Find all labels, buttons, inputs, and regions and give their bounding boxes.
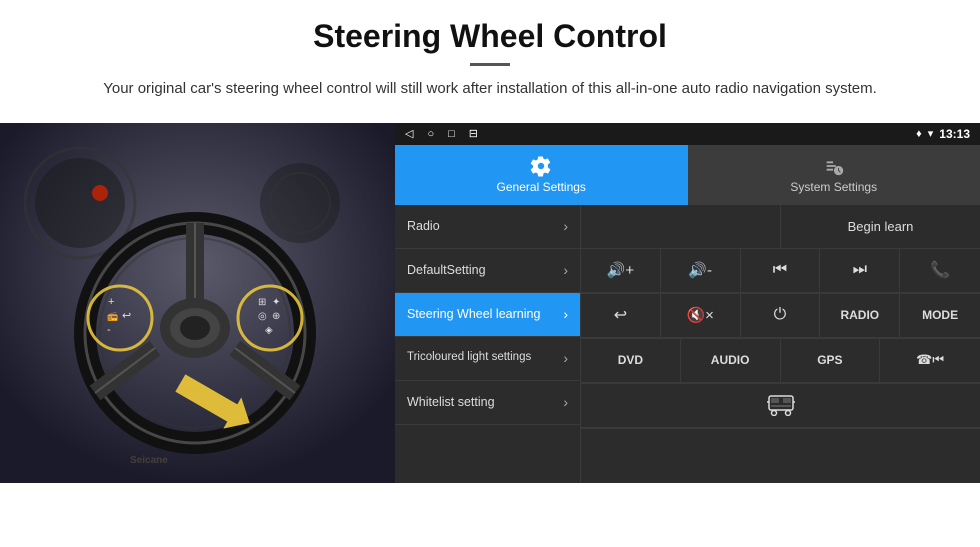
navi-prev-button[interactable]: ☎⏮: [880, 339, 980, 383]
power-icon: ⏻: [774, 306, 787, 324]
menu-item-steering[interactable]: Steering Wheel learning ›: [395, 293, 580, 337]
recents-icon[interactable]: □: [448, 128, 455, 140]
svg-text:⊕: ⊕: [272, 311, 280, 322]
home-icon[interactable]: ○: [427, 128, 434, 140]
location-icon: ♦: [916, 128, 922, 140]
radio-button[interactable]: RADIO: [820, 294, 900, 338]
system-settings-icon: [823, 155, 845, 177]
begin-learn-row: Begin learn: [581, 205, 980, 249]
gps-button[interactable]: GPS: [781, 339, 881, 383]
arrow-icon-tricoloured: ›: [563, 350, 568, 366]
menu-item-tricoloured-label: Tricoloured light settings: [407, 351, 531, 365]
subtitle: Your original car's steering wheel contr…: [100, 78, 880, 101]
arrow-icon-default: ›: [563, 262, 568, 278]
menu-list: Radio › DefaultSetting › Steering Wheel …: [395, 205, 580, 483]
control-buttons-row2: ↩ 🔇× ⏻ RADIO MODE: [581, 294, 980, 339]
page-wrapper: Steering Wheel Control Your original car…: [0, 0, 980, 483]
audio-label: AUDIO: [711, 353, 750, 367]
mode-button[interactable]: MODE: [900, 294, 980, 338]
vol-down-icon: 🔊-: [688, 261, 712, 279]
mode-label: MODE: [922, 308, 958, 322]
arrow-icon-steering: ›: [563, 306, 568, 322]
begin-learn-spacer: [581, 205, 781, 248]
arrow-icon-whitelist: ›: [563, 394, 568, 410]
menu-item-whitelist-label: Whitelist setting: [407, 395, 495, 410]
vol-down-button[interactable]: 🔊-: [661, 249, 741, 293]
mute-icon: 🔇×: [686, 306, 713, 324]
gps-label: GPS: [817, 353, 842, 367]
svg-text:+: +: [108, 296, 114, 308]
steering-wheel-illustration: + 📻 - ↩ ⊞ ◎ ✦ ⊕ ◈ Seicane: [0, 123, 395, 483]
dvd-button[interactable]: DVD: [581, 339, 681, 383]
svg-text:✦: ✦: [272, 297, 280, 308]
car-image-area: + 📻 - ↩ ⊞ ◎ ✦ ⊕ ◈ Seicane: [0, 123, 395, 483]
general-settings-icon: [530, 155, 552, 177]
dvd-label: DVD: [618, 353, 643, 367]
svg-text:↩: ↩: [122, 310, 131, 322]
control-buttons-row3: DVD AUDIO GPS ☎⏮: [581, 339, 980, 384]
tab-system-settings[interactable]: System Settings: [688, 145, 980, 205]
tab-system-label: System Settings: [790, 180, 877, 194]
tab-general-label: General Settings: [497, 180, 586, 194]
svg-text:⊞: ⊞: [258, 297, 266, 308]
control-buttons-row1: 🔊+ 🔊- ⏮ ⏭ 📞: [581, 249, 980, 294]
menu-item-default-label: DefaultSetting: [407, 263, 486, 278]
prev-track-icon: ⏮: [773, 261, 787, 279]
navi-prev-icon: ☎⏮: [916, 352, 944, 368]
back-icon[interactable]: ◁: [405, 127, 413, 140]
svg-text:◈: ◈: [265, 325, 273, 336]
radio-label: RADIO: [840, 308, 879, 322]
vol-up-button[interactable]: 🔊+: [581, 249, 661, 293]
begin-learn-button[interactable]: Begin learn: [781, 205, 980, 248]
menu-item-radio[interactable]: Radio ›: [395, 205, 580, 249]
status-time: 13:13: [939, 127, 970, 141]
wifi-icon: ▾: [928, 127, 934, 140]
bus-button[interactable]: [581, 384, 980, 428]
page-title: Steering Wheel Control: [20, 18, 960, 55]
phone-icon: 📞: [930, 260, 950, 280]
return-icon: ↩: [614, 305, 627, 325]
mute-button[interactable]: 🔇×: [661, 294, 741, 338]
title-divider: [470, 63, 510, 66]
control-buttons-row4: [581, 384, 980, 429]
svg-text:📻: 📻: [107, 311, 118, 321]
tab-general-settings[interactable]: General Settings: [395, 145, 688, 205]
bus-icon: [767, 394, 795, 416]
nav-icons: ◁ ○ □ ⊟: [405, 127, 478, 140]
next-track-icon: ⏭: [853, 261, 867, 279]
android-screen: ◁ ○ □ ⊟ ♦ ▾ 13:13 General Settings: [395, 123, 980, 483]
menu-item-tricoloured[interactable]: Tricoloured light settings ›: [395, 337, 580, 381]
next-button[interactable]: ⏭: [820, 249, 900, 293]
svg-text:-: -: [107, 324, 111, 336]
settings-tabs: General Settings System Settings: [395, 145, 980, 205]
phone-button[interactable]: 📞: [900, 249, 980, 293]
content-area: + 📻 - ↩ ⊞ ◎ ✦ ⊕ ◈ Seicane: [0, 123, 980, 483]
svg-text:Seicane: Seicane: [130, 455, 168, 466]
prev-button[interactable]: ⏮: [741, 249, 821, 293]
status-bar: ◁ ○ □ ⊟ ♦ ▾ 13:13: [395, 123, 980, 145]
power-button[interactable]: ⏻: [741, 294, 821, 338]
menu-item-steering-label: Steering Wheel learning: [407, 307, 540, 322]
svg-text:◎: ◎: [258, 311, 267, 322]
vol-up-icon: 🔊+: [607, 261, 634, 279]
menu-item-default[interactable]: DefaultSetting ›: [395, 249, 580, 293]
arrow-icon-radio: ›: [563, 218, 568, 234]
status-icons: ♦ ▾ 13:13: [916, 127, 970, 141]
menu-icon[interactable]: ⊟: [469, 127, 478, 140]
menu-item-radio-label: Radio: [407, 219, 440, 234]
header-section: Steering Wheel Control Your original car…: [0, 0, 980, 111]
controls-panel: Begin learn 🔊+ 🔊- ⏮: [580, 205, 980, 483]
menu-controls-area: Radio › DefaultSetting › Steering Wheel …: [395, 205, 980, 483]
menu-item-whitelist[interactable]: Whitelist setting ›: [395, 381, 580, 425]
audio-button[interactable]: AUDIO: [681, 339, 781, 383]
return-button[interactable]: ↩: [581, 294, 661, 338]
